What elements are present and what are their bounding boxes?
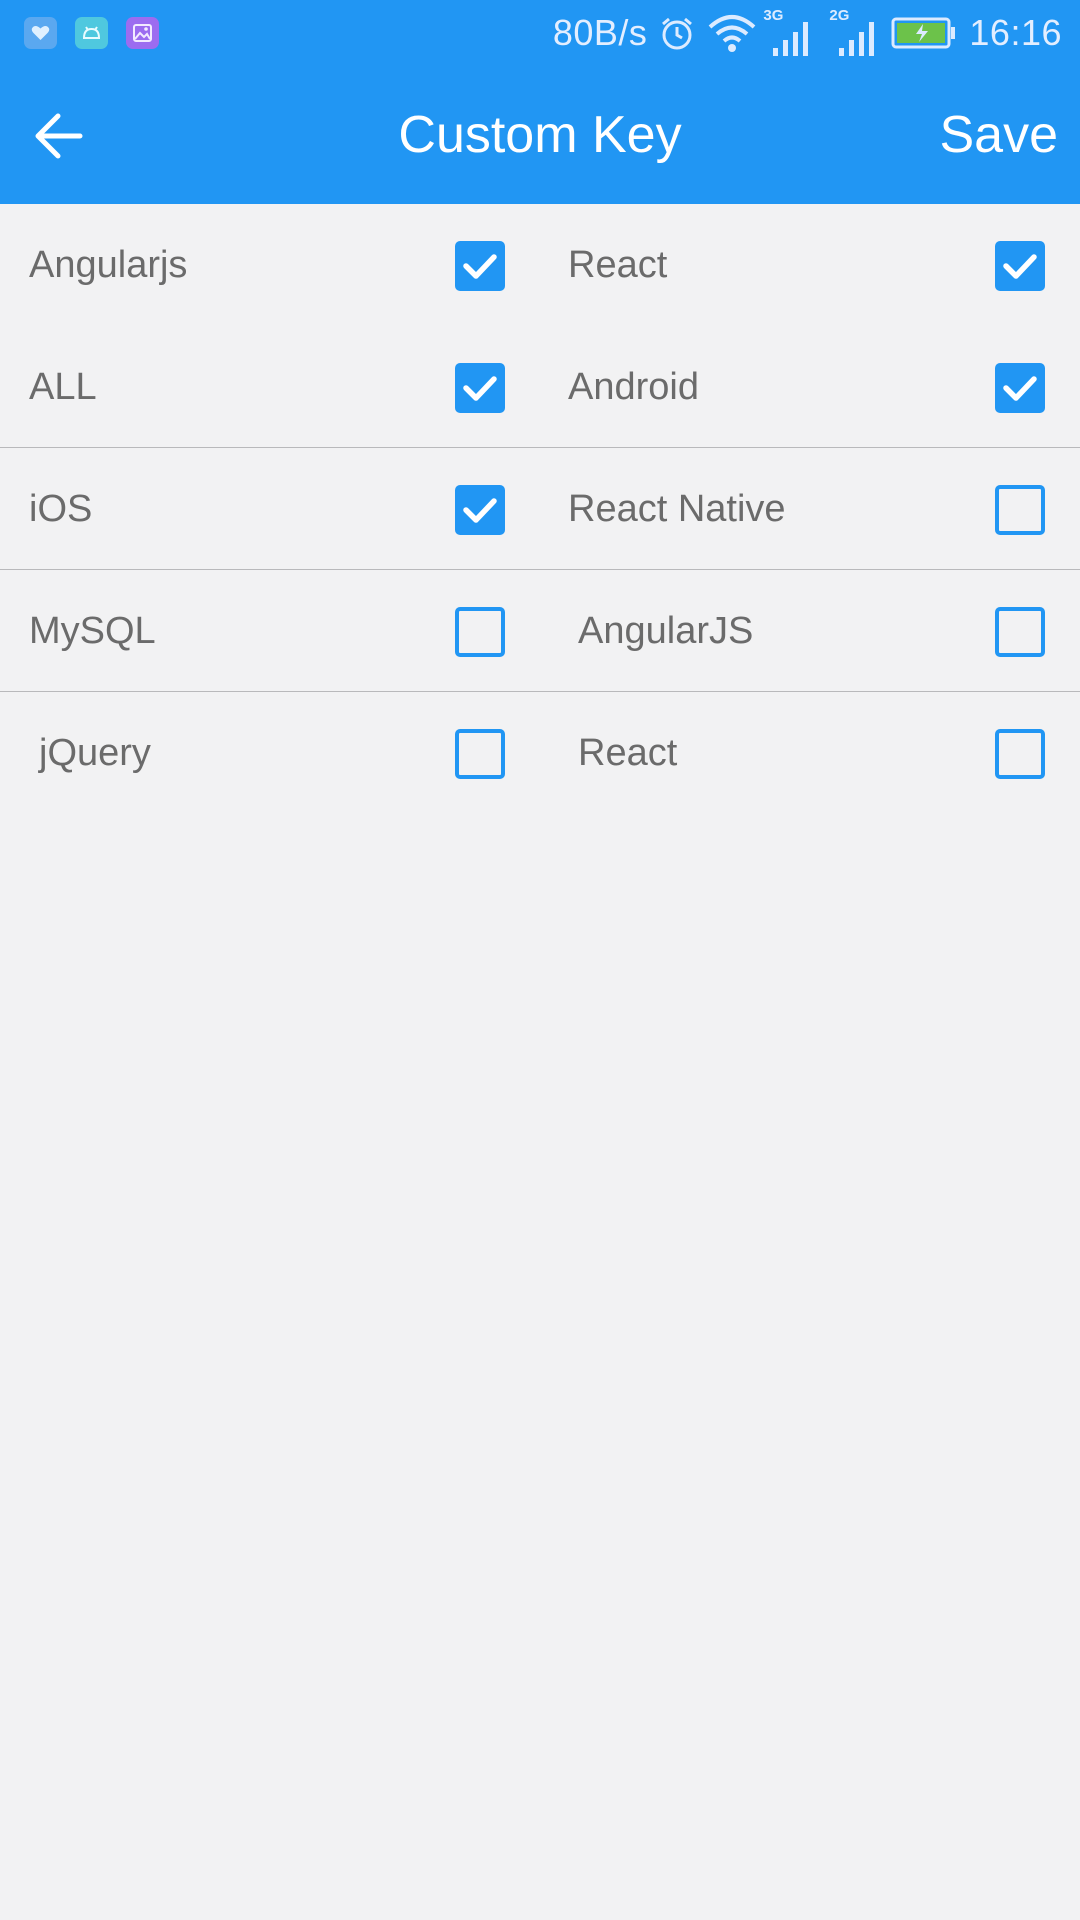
checkmark-icon	[463, 376, 497, 401]
key-label: React	[568, 244, 668, 286]
screen: 80B/s 3G 2G 16:16 Custom Key Save Angula…	[0, 0, 1080, 1920]
key-checkbox[interactable]	[455, 607, 505, 657]
key-label: jQuery	[39, 732, 151, 774]
key-checkbox[interactable]	[455, 729, 505, 779]
checkmark-icon	[463, 254, 497, 279]
alarm-icon	[662, 17, 693, 50]
key-item[interactable]: Android	[540, 326, 1080, 448]
network-speed: 80B/s	[552, 12, 648, 53]
key-label: ALL	[29, 366, 97, 408]
key-checkbox[interactable]	[995, 485, 1045, 535]
key-item[interactable]: Angularjs	[0, 204, 540, 326]
key-item[interactable]: React	[540, 692, 1080, 814]
clock: 16:16	[969, 12, 1062, 53]
status-bar: 80B/s 3G 2G 16:16	[0, 0, 1080, 66]
gallery-icon	[126, 17, 159, 49]
key-list: Angularjs React ALL Android iOS React Native M…	[0, 204, 1080, 814]
key-checkbox[interactable]	[995, 363, 1045, 413]
checkmark-icon	[1003, 254, 1037, 279]
android-icon	[75, 17, 108, 49]
checkmark-icon	[1003, 376, 1037, 401]
key-item[interactable]: React	[540, 204, 1080, 326]
key-label: React Native	[568, 488, 786, 530]
save-button[interactable]: Save	[939, 104, 1058, 166]
key-checkbox[interactable]	[995, 607, 1045, 657]
key-row: MySQL AngularJS	[0, 570, 1080, 692]
key-label: Android	[568, 366, 699, 408]
key-item[interactable]: ALL	[0, 326, 540, 448]
key-label: iOS	[29, 488, 93, 530]
key-row: iOS React Native	[0, 448, 1080, 570]
key-item[interactable]: iOS	[0, 448, 540, 570]
key-item[interactable]: jQuery	[0, 692, 540, 814]
key-item[interactable]: AngularJS	[540, 570, 1080, 692]
signal-3g-icon: 3G	[763, 7, 813, 58]
wifi-icon	[709, 15, 756, 52]
health-icon	[24, 17, 57, 49]
app-bar: Custom Key Save	[0, 66, 1080, 204]
key-item[interactable]: React Native	[540, 448, 1080, 570]
battery-charging-icon	[891, 17, 956, 49]
key-checkbox[interactable]	[995, 729, 1045, 779]
key-row: ALL Android	[0, 326, 1080, 448]
key-row: Angularjs React	[0, 204, 1080, 326]
key-label: React	[578, 732, 678, 774]
key-checkbox[interactable]	[455, 485, 505, 535]
key-checkbox[interactable]	[455, 241, 505, 291]
key-label: Angularjs	[29, 244, 188, 286]
key-checkbox[interactable]	[455, 363, 505, 413]
key-label: AngularJS	[578, 610, 754, 652]
key-checkbox[interactable]	[995, 241, 1045, 291]
checkmark-icon	[463, 498, 497, 523]
key-label: MySQL	[29, 610, 156, 652]
signal-2g-icon: 2G	[829, 7, 879, 58]
key-item[interactable]: MySQL	[0, 570, 540, 692]
page-title: Custom Key	[398, 106, 682, 164]
status-bar-right: 80B/s 3G 2G 16:16	[553, 0, 1062, 66]
key-row: jQuery React	[0, 692, 1080, 814]
